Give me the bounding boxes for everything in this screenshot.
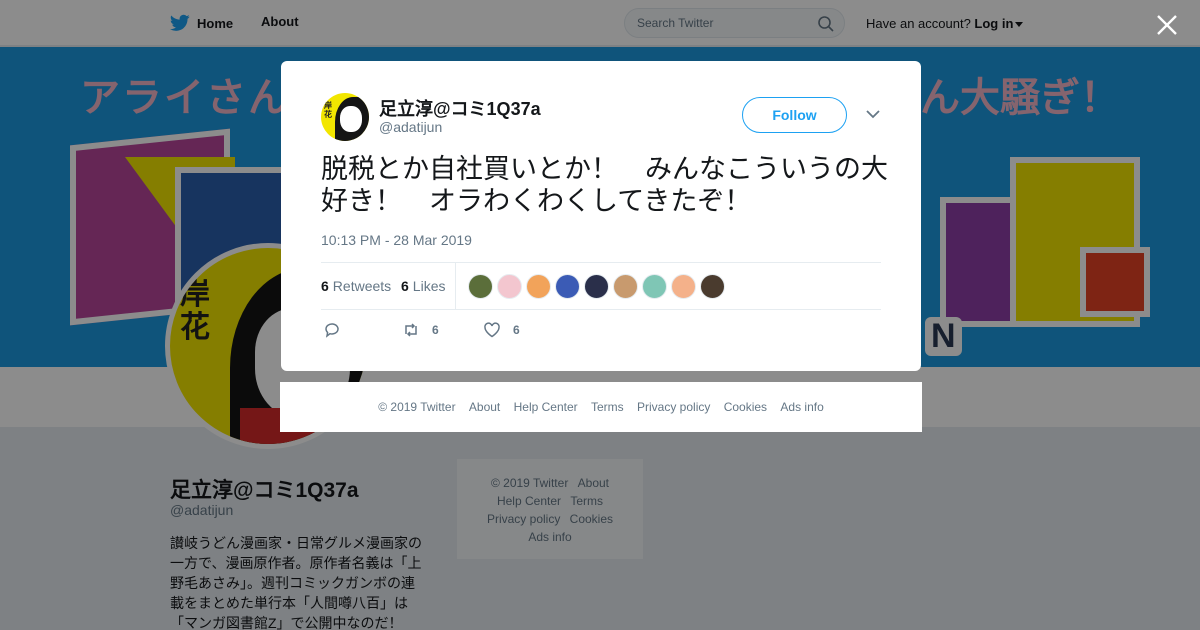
author-name[interactable]: 足立淳@コミ1Q37a bbox=[379, 95, 541, 121]
liker-avatar[interactable] bbox=[468, 274, 493, 299]
reply-button[interactable] bbox=[323, 321, 353, 339]
liker-avatars bbox=[468, 274, 729, 299]
tweet-text: 脱税とか自社買いとか！ みんなこういうの大好き！ オラわくわくしてきたぞ！ bbox=[321, 154, 888, 216]
like-button[interactable]: 6 bbox=[483, 321, 520, 339]
footer-link-ads[interactable]: Ads info bbox=[780, 400, 823, 414]
liker-avatar[interactable] bbox=[642, 274, 667, 299]
likes-stat[interactable]: 6 Likes bbox=[401, 278, 445, 294]
like-count: 6 bbox=[513, 323, 520, 337]
liker-avatar[interactable] bbox=[700, 274, 725, 299]
modal-footer: © 2019 Twitter About Help Center Terms P… bbox=[280, 382, 922, 432]
liker-avatar[interactable] bbox=[671, 274, 696, 299]
footer-link-cookies[interactable]: Cookies bbox=[724, 400, 767, 414]
retweet-button[interactable]: 6 bbox=[402, 321, 439, 339]
retweet-icon bbox=[405, 323, 417, 337]
avatar-face bbox=[340, 106, 362, 132]
tweet-modal: 岸花 足立淳@コミ1Q37a @adatijun Follow 脱税とか自社買い… bbox=[281, 61, 921, 371]
close-icon[interactable] bbox=[1154, 12, 1180, 38]
likes-label: Likes bbox=[412, 278, 446, 294]
likes-count: 6 bbox=[401, 278, 409, 294]
footer-link-about[interactable]: About bbox=[469, 400, 500, 414]
retweet-count: 6 bbox=[432, 323, 439, 337]
tweet-stats: 6 Retweets 6 Likes bbox=[321, 262, 881, 310]
author-handle[interactable]: @adatijun bbox=[379, 119, 442, 135]
heart-icon bbox=[484, 322, 500, 338]
retweets-count: 6 bbox=[321, 278, 329, 294]
follow-button[interactable]: Follow bbox=[742, 97, 847, 133]
liker-avatar[interactable] bbox=[613, 274, 638, 299]
footer-link-help[interactable]: Help Center bbox=[514, 400, 578, 414]
avatar-kanji: 岸花 bbox=[324, 101, 332, 119]
tweet-actions: 6 6 bbox=[321, 319, 881, 343]
tweet-timestamp[interactable]: 10:13 PM - 28 Mar 2019 bbox=[321, 232, 472, 248]
liker-avatar[interactable] bbox=[497, 274, 522, 299]
footer-link-privacy[interactable]: Privacy policy bbox=[637, 400, 710, 414]
liker-avatar[interactable] bbox=[526, 274, 551, 299]
stats-divider bbox=[455, 263, 456, 309]
reply-icon bbox=[325, 323, 339, 338]
liker-avatar[interactable] bbox=[584, 274, 609, 299]
chevron-down-icon[interactable] bbox=[866, 109, 880, 119]
liker-avatar[interactable] bbox=[555, 274, 580, 299]
footer-link-terms[interactable]: Terms bbox=[591, 400, 624, 414]
footer-copyright: © 2019 Twitter bbox=[378, 400, 456, 414]
retweets-stat[interactable]: 6 Retweets bbox=[321, 278, 391, 294]
author-avatar[interactable]: 岸花 bbox=[321, 93, 369, 141]
retweets-label: Retweets bbox=[332, 278, 392, 294]
